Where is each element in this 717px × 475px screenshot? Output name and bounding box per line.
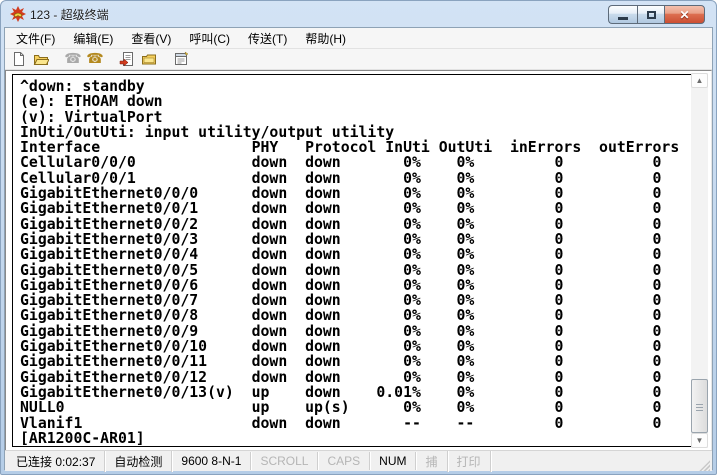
menu-edit[interactable]: 编辑(E): [64, 27, 122, 50]
menu-file[interactable]: 文件(F): [7, 27, 64, 50]
menu-view[interactable]: 查看(V): [122, 27, 180, 50]
resize-grip-icon[interactable]: [697, 458, 710, 471]
open-folder-icon: [33, 51, 49, 67]
print-echo-indicator: 打印: [448, 451, 491, 472]
app-frame: 文件(F) 编辑(E) 查看(V) 呼叫(C) 传送(T) 帮助(H): [4, 27, 713, 470]
num-lock-indicator: NUM: [370, 452, 416, 470]
disconnect-phone-icon: ☎: [86, 52, 103, 66]
hyperterminal-phone-icon: [10, 6, 26, 22]
emulation-mode: 自动检测: [105, 451, 172, 472]
disconnect-button[interactable]: ☎: [84, 49, 106, 69]
call-button[interactable]: ☎: [62, 49, 84, 69]
caption-buttons: ✕: [608, 5, 705, 24]
minimize-button[interactable]: [608, 5, 637, 24]
properties-button[interactable]: [170, 49, 192, 69]
scrollbar-track[interactable]: [691, 88, 708, 433]
menu-help[interactable]: 帮助(H): [296, 27, 355, 50]
maximize-icon: [647, 11, 656, 19]
receive-file-icon: [141, 51, 157, 67]
send-file-button[interactable]: [116, 49, 138, 69]
hyperterminal-window: 123 - 超级终端 ✕ 文件(F) 编辑(E) 查看(V) 呼叫(C) 传送(…: [0, 0, 717, 475]
new-connection-button[interactable]: [8, 49, 30, 69]
scrollbar-thumb[interactable]: [691, 379, 708, 433]
capture-indicator: 捕: [416, 451, 447, 472]
status-bar: 已连接 0:02:37 自动检测 9600 8-N-1 SCROLL CAPS …: [5, 450, 712, 471]
window-title: 123 - 超级终端: [30, 6, 109, 23]
menu-transfer[interactable]: 传送(T): [239, 27, 296, 50]
close-button[interactable]: ✕: [664, 5, 705, 24]
receive-file-button[interactable]: [138, 49, 160, 69]
properties-icon: [173, 51, 189, 67]
toolbar: ☎ ☎: [5, 49, 712, 70]
caps-lock-indicator: CAPS: [318, 452, 370, 470]
open-connection-button[interactable]: [30, 49, 52, 69]
connection-status: 已连接 0:02:37: [7, 451, 105, 472]
call-phone-icon: ☎: [64, 52, 81, 66]
maximize-button[interactable]: [637, 5, 665, 24]
minimize-icon: [618, 17, 628, 20]
menu-call[interactable]: 呼叫(C): [180, 27, 239, 50]
close-icon: ✕: [679, 9, 689, 21]
terminal-client-area: ^down: standby (e): ETHOAM down (v): Vir…: [5, 70, 712, 450]
menu-bar: 文件(F) 编辑(E) 查看(V) 呼叫(C) 传送(T) 帮助(H): [5, 28, 712, 49]
send-file-icon: [119, 51, 135, 67]
vertical-scrollbar[interactable]: ▲ ▼: [691, 73, 708, 448]
new-file-icon: [11, 51, 27, 67]
baud-settings: 9600 8-N-1: [172, 452, 251, 470]
scroll-lock-indicator: SCROLL: [251, 452, 318, 470]
scroll-up-button[interactable]: ▲: [691, 73, 708, 88]
scroll-down-button[interactable]: ▼: [691, 433, 708, 448]
title-bar[interactable]: 123 - 超级终端 ✕: [4, 1, 713, 27]
terminal-output[interactable]: ^down: standby (e): ETHOAM down (v): Vir…: [12, 74, 696, 447]
